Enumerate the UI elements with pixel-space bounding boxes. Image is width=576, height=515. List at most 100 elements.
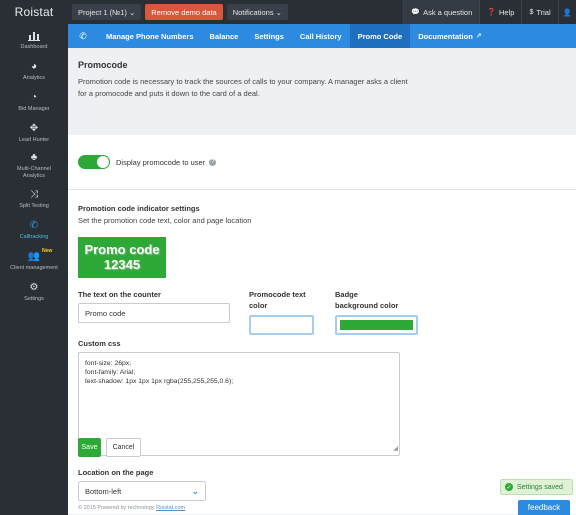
notifications-dropdown[interactable]: Notifications ⌄ [226,4,288,20]
phone-icon: ✆ [29,219,39,231]
tab-promo-code[interactable]: Promo Code [349,24,411,48]
custom-css-label: Custom css [78,339,121,348]
tab-balance[interactable]: Balance [202,24,247,48]
pie-chart-icon: ◕ [30,60,38,72]
badge-color-label-line1: Badge [335,290,358,299]
new-badge: New [42,248,53,254]
top-bar: Roistat Project 1 (№1) ⌄ Remove demo dat… [0,0,576,24]
sidebar-item-label: Lead Hunter [18,136,50,143]
phone-icon: ✆ [79,30,87,41]
trial-button[interactable]: $ Trial [521,0,557,24]
text-color-swatch [254,320,309,330]
indicator-settings: Promotion code indicator settings Set th… [68,189,576,514]
indicator-subtitle: Set the promotion code text, color and p… [78,216,252,225]
page-description: Promotion code is necessary to track the… [78,77,408,98]
gauge-icon: ◔ [30,91,38,103]
ask-question-label: Ask a question [423,7,473,17]
shuffle-icon: ⤨ [30,188,38,200]
sidebar-item-settings[interactable]: ⚙ Settings [0,276,68,307]
main-content: Promocode Promotion code is necessary to… [68,48,576,515]
display-promocode-row: Display promocode to user ? [68,135,576,189]
css-line: font-family: Arial; [85,369,136,376]
sidebar-item-client-management[interactable]: New 👥 Client management [0,245,68,276]
resize-handle-icon[interactable]: ◢ [393,445,398,454]
location-label: Location on the page [78,468,154,477]
external-link-icon: ↗ [475,33,482,40]
help-icon[interactable]: ? [209,158,217,166]
css-line: text-shadow: 1px 1px 1px rgba(255,255,25… [85,378,234,385]
trial-label: Trial [536,7,551,17]
remove-demo-button[interactable]: Remove demo data [145,4,223,20]
footer-prefix: © 2015 Powered by technology [78,505,157,511]
sidebar-item-dashboard[interactable]: Dashboard [0,24,68,55]
hierarchy-icon: ♣ [30,151,38,163]
text-color-label-line2: color [249,301,268,310]
crosshair-icon: ✥ [29,122,39,134]
chevron-down-icon: ⌄ [191,486,199,496]
sidebar-item-label: Dashboard [20,43,48,50]
sidebar-item-label: Split Testing [19,202,49,209]
promo-badge-preview: Promo code 12345 [78,237,166,278]
help-label: Help [499,7,515,17]
sidebar-item-bid-manager[interactable]: ◔ Bid Manager [0,86,68,117]
settings-saved-toast: ✓ Settings saved [500,479,573,495]
display-promocode-toggle[interactable] [78,155,110,169]
user-icon: 👤 [562,7,572,17]
sidebar-item-multi-channel[interactable]: ♣ Multi-Channel Analytics [0,148,68,183]
feedback-button[interactable]: feedback [518,500,570,515]
preview-text: Promo code [84,242,160,257]
cancel-button[interactable]: Cancel [106,438,141,457]
sidebar-item-label: Bid Manager [18,105,50,112]
toast-text: Settings saved [517,483,563,491]
indicator-title: Promotion code indicator settings [78,204,200,213]
user-menu[interactable]: 👤 [557,0,576,24]
gear-icon: ⚙ [29,281,39,293]
calltracking-nav: ✆ Manage Phone Numbers Balance Settings … [68,24,576,48]
text-color-label: Promocode text color [249,289,306,311]
sidebar-item-label: Analytics [22,74,45,81]
sidebar-item-label: Multi-Channel Analytics [17,165,51,179]
sidebar-item-analytics[interactable]: ◕ Analytics [0,55,68,86]
top-bar-right: 💬 Ask a question ❓ Help $ Trial 👤 [403,0,576,24]
location-value: Bottom-left [85,486,122,496]
tab-documentation[interactable]: Documentation ↗ [410,24,489,48]
help-button[interactable]: ❓ Help [479,0,521,24]
badge-color-label-line2: background color [335,301,399,310]
text-color-label-line1: Promocode text [249,290,306,299]
footer-link[interactable]: Roistat.com [156,505,185,511]
sidebar-item-label: Client management [10,264,58,271]
check-circle-icon: ✓ [505,483,513,491]
dashboard-icon [28,30,40,42]
dollar-icon: $ [529,8,534,16]
footer-copyright: © 2015 Powered by technology Roistat.com [78,505,185,511]
location-select[interactable]: Bottom-left ⌄ [78,481,206,501]
sidebar-item-label: Settings [24,295,44,302]
badge-color-picker[interactable] [335,315,418,335]
sidebar: Dashboard ◕ Analytics ◔ Bid Manager ✥ Le… [0,24,68,515]
css-line: font-size: 26px; [85,360,132,367]
preview-code: 12345 [103,257,141,272]
users-icon: 👥 [27,250,41,262]
counter-text-label: The text on the counter [78,290,161,299]
sidebar-item-label: Calltracking [19,233,49,240]
promocode-header: Promocode Promotion code is necessary to… [68,48,576,135]
sidebar-item-split-testing[interactable]: ⤨ Split Testing [0,183,68,214]
question-circle-icon: ❓ [487,9,496,16]
ask-question-button[interactable]: 💬 Ask a question [403,0,480,24]
project-selector[interactable]: Project 1 (№1) ⌄ [72,4,142,20]
badge-color-label: Badge background color [335,289,398,311]
badge-color-swatch [340,320,413,330]
tab-manage-phone-numbers[interactable]: Manage Phone Numbers [98,24,202,48]
sidebar-item-lead-hunter[interactable]: ✥ Lead Hunter [0,117,68,148]
tab-settings[interactable]: Settings [246,24,292,48]
chat-icon: 💬 [411,9,421,16]
tab-documentation-label: Documentation [418,31,473,41]
logo[interactable]: Roistat [0,0,68,24]
display-promocode-label: Display promocode to user [116,157,206,167]
counter-text-input[interactable]: Promo code [78,303,230,323]
page-title: Promocode [78,60,128,70]
text-color-picker[interactable] [249,315,314,335]
save-button[interactable]: Save [78,438,101,457]
sidebar-item-calltracking[interactable]: ✆ Calltracking [0,214,68,245]
tab-call-history[interactable]: Call History [292,24,350,48]
